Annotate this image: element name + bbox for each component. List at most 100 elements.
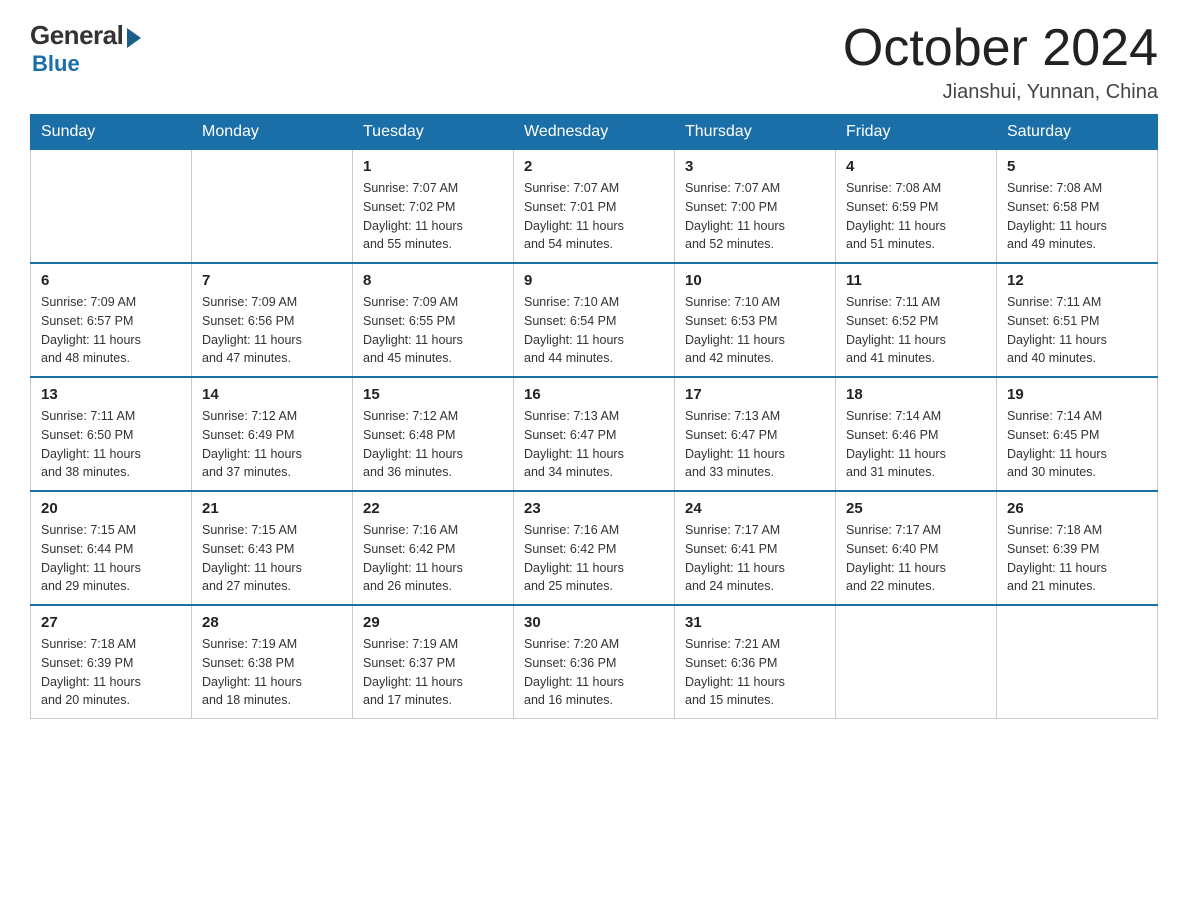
day-number: 10 (685, 272, 825, 289)
day-info: Sunrise: 7:09 AM Sunset: 6:55 PM Dayligh… (363, 293, 503, 368)
day-cell: 9 Sunrise: 7:10 AM Sunset: 6:54 PM Daylig… (514, 263, 675, 377)
day-info: Sunrise: 7:13 AM Sunset: 6:47 PM Dayligh… (685, 407, 825, 482)
day-number: 26 (1007, 500, 1147, 517)
day-cell: 11 Sunrise: 7:11 AM Sunset: 6:52 PM Dayli… (836, 263, 997, 377)
day-number: 7 (202, 272, 342, 289)
day-number: 1 (363, 158, 503, 175)
day-info: Sunrise: 7:11 AM Sunset: 6:50 PM Dayligh… (41, 407, 181, 482)
day-cell: 23Sunrise: 7:16 AM Sunset: 6:42 PM Dayli… (514, 491, 675, 605)
header-thursday: Thursday (675, 115, 836, 150)
day-cell: 25 Sunrise: 7:17 AM Sunset: 6:40 PM Dayli… (836, 491, 997, 605)
day-info: Sunrise: 7:20 AM Sunset: 6:36 PM Dayligh… (524, 635, 664, 710)
day-cell: 18 Sunrise: 7:14 AM Sunset: 6:46 PM Dayli… (836, 377, 997, 491)
day-number: 6 (41, 272, 181, 289)
day-number: 21 (202, 500, 342, 517)
day-cell: 14Sunrise: 7:12 AM Sunset: 6:49 PM Dayli… (192, 377, 353, 491)
day-cell: 31 Sunrise: 7:21 AM Sunset: 6:36 PM Dayli… (675, 605, 836, 719)
day-info: Sunrise: 7:10 AM Sunset: 6:53 PM Dayligh… (685, 293, 825, 368)
day-number: 15 (363, 386, 503, 403)
header-saturday: Saturday (997, 115, 1158, 150)
day-info: Sunrise: 7:21 AM Sunset: 6:36 PM Dayligh… (685, 635, 825, 710)
day-number: 16 (524, 386, 664, 403)
day-cell: 8 Sunrise: 7:09 AM Sunset: 6:55 PM Daylig… (353, 263, 514, 377)
day-cell: 2Sunrise: 7:07 AM Sunset: 7:01 PM Daylig… (514, 150, 675, 264)
day-info: Sunrise: 7:07 AM Sunset: 7:02 PM Dayligh… (363, 179, 503, 254)
day-info: Sunrise: 7:12 AM Sunset: 6:48 PM Dayligh… (363, 407, 503, 482)
day-cell: 21Sunrise: 7:15 AM Sunset: 6:43 PM Dayli… (192, 491, 353, 605)
day-info: Sunrise: 7:13 AM Sunset: 6:47 PM Dayligh… (524, 407, 664, 482)
day-number: 9 (524, 272, 664, 289)
day-number: 2 (524, 158, 664, 175)
month-title: October 2024 (843, 20, 1158, 77)
location: Jianshui, Yunnan, China (843, 81, 1158, 104)
day-info: Sunrise: 7:18 AM Sunset: 6:39 PM Dayligh… (1007, 521, 1147, 596)
day-cell (31, 150, 192, 264)
day-info: Sunrise: 7:15 AM Sunset: 6:44 PM Dayligh… (41, 521, 181, 596)
day-cell: 26 Sunrise: 7:18 AM Sunset: 6:39 PM Dayli… (997, 491, 1158, 605)
day-number: 18 (846, 386, 986, 403)
day-cell: 7Sunrise: 7:09 AM Sunset: 6:56 PM Daylig… (192, 263, 353, 377)
day-cell: 13 Sunrise: 7:11 AM Sunset: 6:50 PM Dayli… (31, 377, 192, 491)
day-number: 3 (685, 158, 825, 175)
day-number: 29 (363, 614, 503, 631)
day-cell: 15 Sunrise: 7:12 AM Sunset: 6:48 PM Dayli… (353, 377, 514, 491)
day-number: 30 (524, 614, 664, 631)
day-cell: 4Sunrise: 7:08 AM Sunset: 6:59 PM Daylig… (836, 150, 997, 264)
day-info: Sunrise: 7:12 AM Sunset: 6:49 PM Dayligh… (202, 407, 342, 482)
day-cell: 1 Sunrise: 7:07 AM Sunset: 7:02 PM Daylig… (353, 150, 514, 264)
day-info: Sunrise: 7:19 AM Sunset: 6:37 PM Dayligh… (363, 635, 503, 710)
header-sunday: Sunday (31, 115, 192, 150)
day-number: 19 (1007, 386, 1147, 403)
day-cell (836, 605, 997, 719)
title-section: October 2024 Jianshui, Yunnan, China (843, 20, 1158, 104)
day-number: 25 (846, 500, 986, 517)
logo-blue-text: Blue (32, 51, 80, 77)
calendar-table: SundayMondayTuesdayWednesdayThursdayFrid… (30, 114, 1158, 719)
day-cell: 6 Sunrise: 7:09 AM Sunset: 6:57 PM Daylig… (31, 263, 192, 377)
day-number: 13 (41, 386, 181, 403)
day-info: Sunrise: 7:09 AM Sunset: 6:57 PM Dayligh… (41, 293, 181, 368)
day-info: Sunrise: 7:11 AM Sunset: 6:52 PM Dayligh… (846, 293, 986, 368)
day-cell: 17 Sunrise: 7:13 AM Sunset: 6:47 PM Dayli… (675, 377, 836, 491)
day-cell: 12 Sunrise: 7:11 AM Sunset: 6:51 PM Dayli… (997, 263, 1158, 377)
day-number: 5 (1007, 158, 1147, 175)
day-cell: 19 Sunrise: 7:14 AM Sunset: 6:45 PM Dayli… (997, 377, 1158, 491)
day-number: 23 (524, 500, 664, 517)
header-monday: Monday (192, 115, 353, 150)
day-cell: 27 Sunrise: 7:18 AM Sunset: 6:39 PM Dayli… (31, 605, 192, 719)
day-cell: 24Sunrise: 7:17 AM Sunset: 6:41 PM Dayli… (675, 491, 836, 605)
day-info: Sunrise: 7:14 AM Sunset: 6:45 PM Dayligh… (1007, 407, 1147, 482)
calendar-body: 1 Sunrise: 7:07 AM Sunset: 7:02 PM Daylig… (31, 150, 1158, 719)
day-number: 4 (846, 158, 986, 175)
logo: General Blue (30, 20, 141, 77)
header-row: SundayMondayTuesdayWednesdayThursdayFrid… (31, 115, 1158, 150)
header-wednesday: Wednesday (514, 115, 675, 150)
logo-arrow-icon (127, 28, 141, 48)
day-number: 20 (41, 500, 181, 517)
day-info: Sunrise: 7:11 AM Sunset: 6:51 PM Dayligh… (1007, 293, 1147, 368)
header-tuesday: Tuesday (353, 115, 514, 150)
day-number: 31 (685, 614, 825, 631)
calendar-header: SundayMondayTuesdayWednesdayThursdayFrid… (31, 115, 1158, 150)
day-number: 17 (685, 386, 825, 403)
day-info: Sunrise: 7:10 AM Sunset: 6:54 PM Dayligh… (524, 293, 664, 368)
day-info: Sunrise: 7:17 AM Sunset: 6:40 PM Dayligh… (846, 521, 986, 596)
day-number: 11 (846, 272, 986, 289)
week-row-5: 27 Sunrise: 7:18 AM Sunset: 6:39 PM Dayli… (31, 605, 1158, 719)
day-number: 12 (1007, 272, 1147, 289)
logo-general-text: General (30, 20, 123, 51)
day-info: Sunrise: 7:16 AM Sunset: 6:42 PM Dayligh… (363, 521, 503, 596)
day-info: Sunrise: 7:14 AM Sunset: 6:46 PM Dayligh… (846, 407, 986, 482)
day-number: 8 (363, 272, 503, 289)
day-cell: 5 Sunrise: 7:08 AM Sunset: 6:58 PM Daylig… (997, 150, 1158, 264)
week-row-3: 13 Sunrise: 7:11 AM Sunset: 6:50 PM Dayli… (31, 377, 1158, 491)
day-info: Sunrise: 7:07 AM Sunset: 7:00 PM Dayligh… (685, 179, 825, 254)
day-info: Sunrise: 7:17 AM Sunset: 6:41 PM Dayligh… (685, 521, 825, 596)
day-info: Sunrise: 7:18 AM Sunset: 6:39 PM Dayligh… (41, 635, 181, 710)
day-info: Sunrise: 7:08 AM Sunset: 6:58 PM Dayligh… (1007, 179, 1147, 254)
day-cell: 10 Sunrise: 7:10 AM Sunset: 6:53 PM Dayli… (675, 263, 836, 377)
week-row-2: 6 Sunrise: 7:09 AM Sunset: 6:57 PM Daylig… (31, 263, 1158, 377)
day-cell: 16 Sunrise: 7:13 AM Sunset: 6:47 PM Dayli… (514, 377, 675, 491)
day-cell (997, 605, 1158, 719)
day-number: 27 (41, 614, 181, 631)
